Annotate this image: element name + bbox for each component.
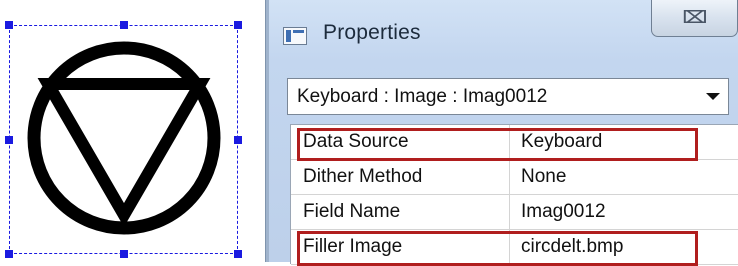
- object-selector-dropdown[interactable]: Keyboard : Image : Imag0012: [287, 78, 729, 115]
- resize-handle-bottom-left[interactable]: [5, 250, 13, 258]
- properties-window-icon: [283, 27, 307, 45]
- property-value[interactable]: None: [521, 166, 566, 188]
- property-value[interactable]: circdelt.bmp: [521, 236, 623, 258]
- resize-handle-left[interactable]: [5, 136, 13, 144]
- resize-handle-right[interactable]: [234, 136, 242, 144]
- window-title: Properties: [323, 21, 421, 44]
- property-grid: Data Source Keyboard Dither Method None …: [290, 124, 738, 265]
- property-row-field-name[interactable]: Field Name Imag0012: [291, 195, 738, 230]
- close-button[interactable]: ⌧: [651, 0, 738, 37]
- property-name: Dither Method: [303, 166, 423, 187]
- resize-handle-top[interactable]: [120, 21, 128, 29]
- resize-handle-top-left[interactable]: [5, 21, 13, 29]
- resize-handle-top-right[interactable]: [234, 21, 242, 29]
- resize-handle-bottom-right[interactable]: [234, 250, 242, 258]
- property-value[interactable]: Keyboard: [521, 131, 602, 153]
- design-canvas[interactable]: [0, 0, 262, 262]
- selection-box: [9, 25, 238, 254]
- property-name: Filler Image: [303, 236, 403, 257]
- chevron-down-icon[interactable]: [706, 93, 720, 100]
- title-bar[interactable]: Properties ⌧: [266, 0, 738, 70]
- property-row-dither-method[interactable]: Dither Method None: [291, 160, 738, 195]
- property-name: Data Source: [303, 131, 409, 152]
- property-row-filler-image[interactable]: Filler Image circdelt.bmp: [291, 230, 738, 265]
- property-name: Field Name: [303, 201, 401, 222]
- property-value[interactable]: Imag0012: [521, 201, 606, 223]
- resize-handle-bottom[interactable]: [120, 250, 128, 258]
- properties-window: Properties ⌧ Keyboard : Image : Imag0012…: [265, 0, 738, 266]
- property-row-data-source[interactable]: Data Source Keyboard: [291, 125, 738, 160]
- object-selector-value: Keyboard : Image : Imag0012: [297, 86, 548, 107]
- close-icon: ⌧: [681, 8, 708, 28]
